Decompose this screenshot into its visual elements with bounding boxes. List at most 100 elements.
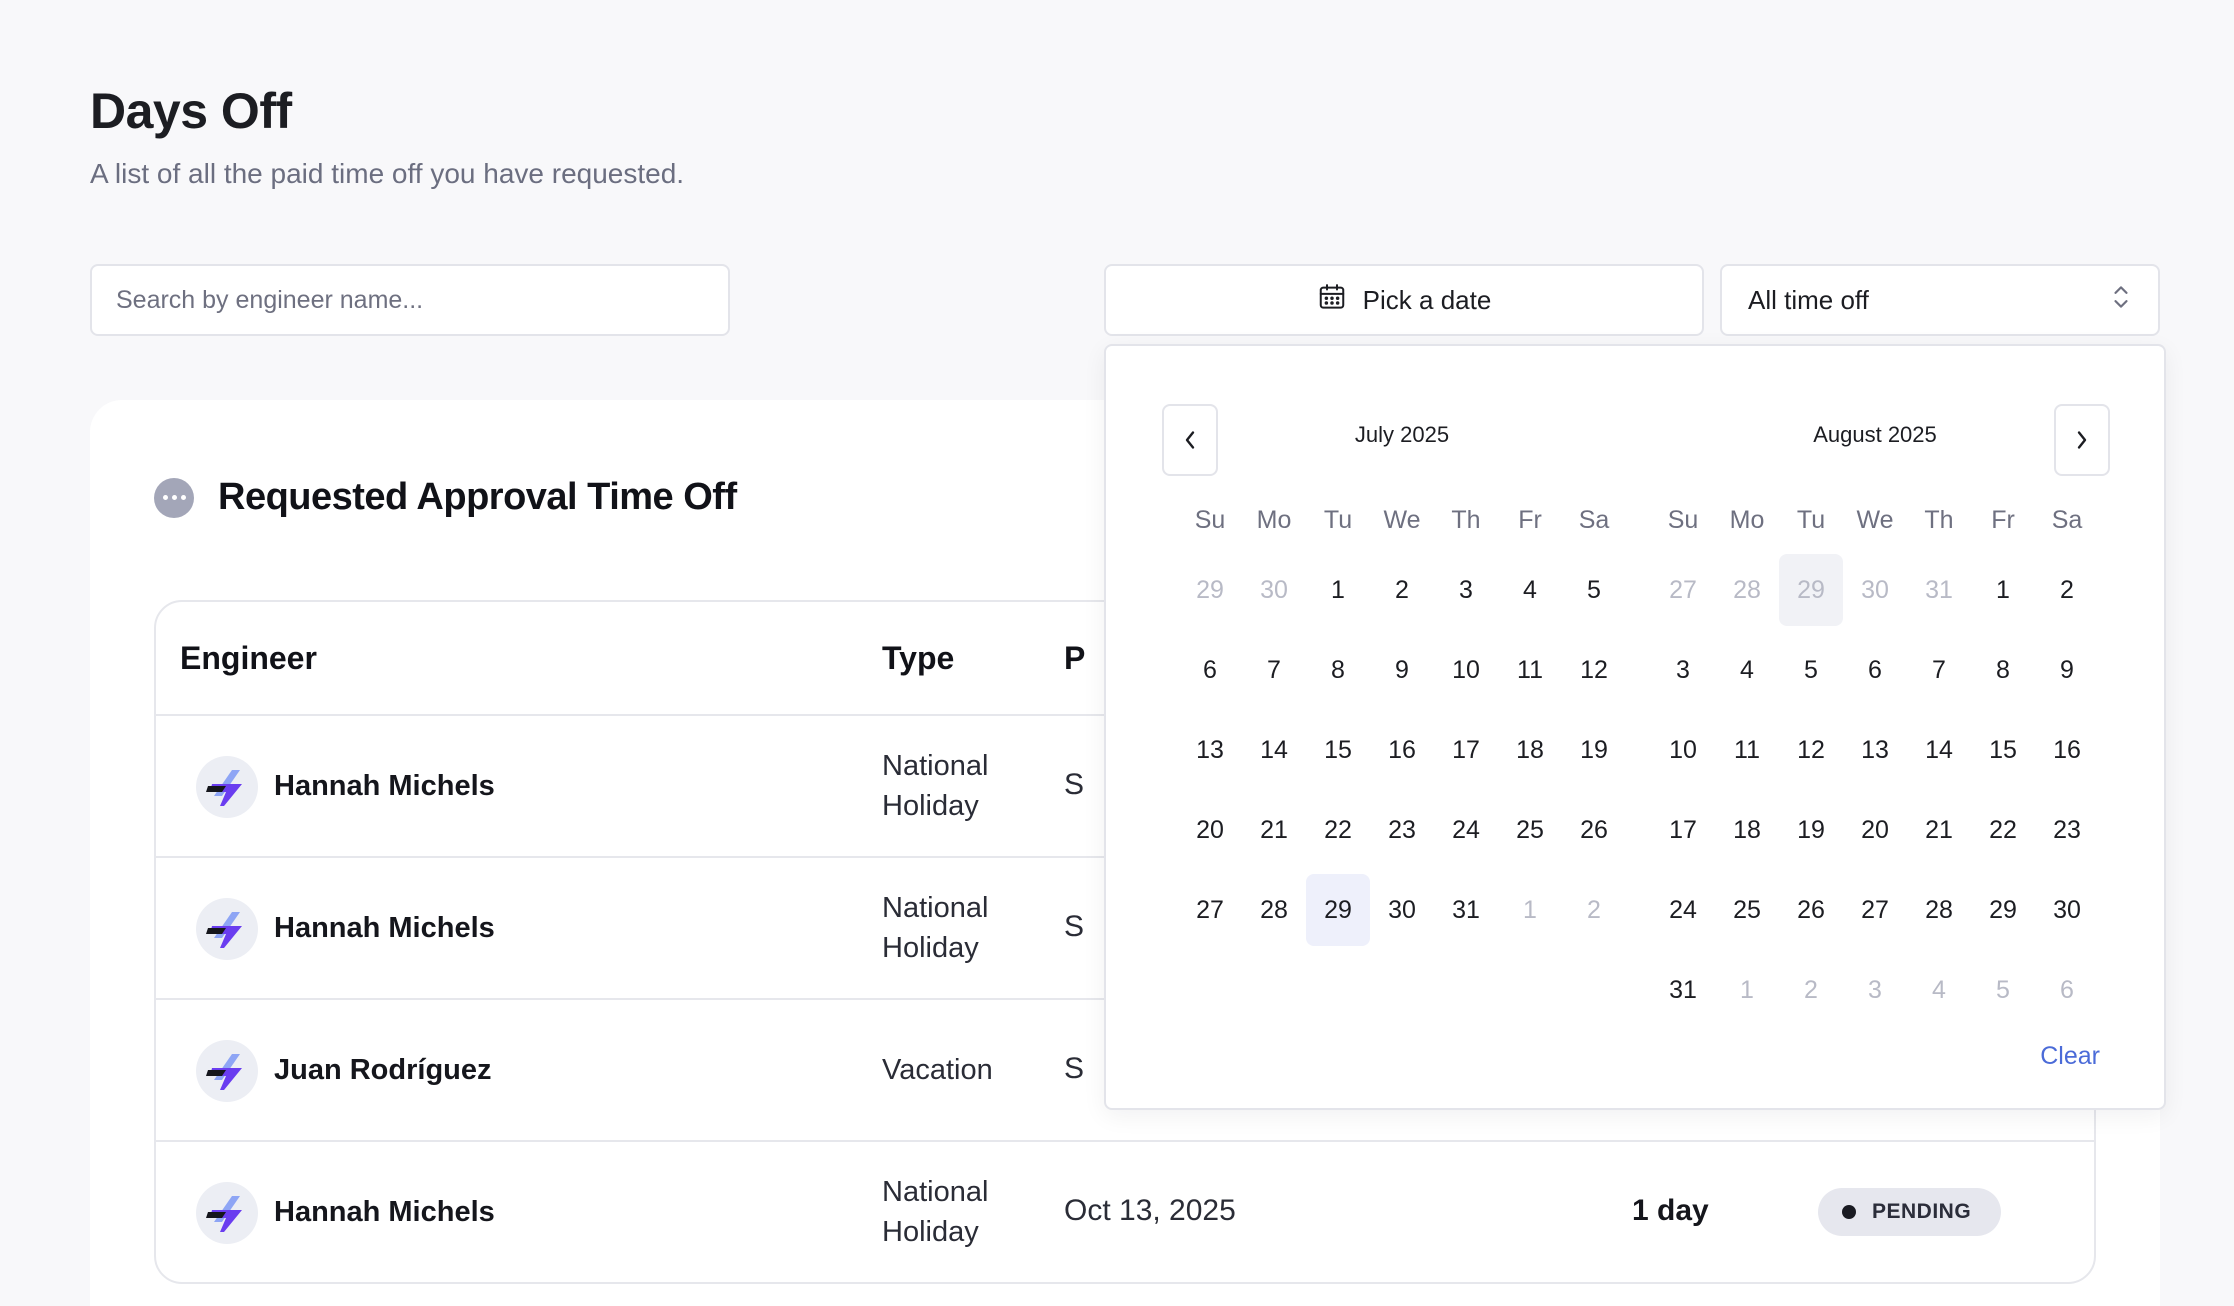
day-grid: Su Mo Tu We Th Fr Sa 27 28 29 30 31 1 2 3 4 5 6 7 8 9 10 11 12 1… [1651,494,2099,1026]
time-off-type-value: All time off [1748,284,1869,315]
calendar-day[interactable]: 5 [1562,554,1626,626]
calendar-day[interactable]: 29 [1971,874,2035,946]
engineer-name: Juan Rodríguez [274,1054,492,1086]
calendar-day[interactable]: 5 [1971,954,2035,1026]
calendar-day[interactable]: 24 [1651,874,1715,946]
calendar-day[interactable]: 19 [1562,714,1626,786]
calendar-day[interactable]: 7 [1907,634,1971,706]
calendar-day[interactable]: 2 [1370,554,1434,626]
calendar-day[interactable]: 1 [1498,874,1562,946]
calendar-day[interactable]: 23 [1370,794,1434,866]
calendar-day[interactable]: 28 [1242,874,1306,946]
calendar-day[interactable]: 10 [1651,714,1715,786]
chevron-up-down-icon [2110,283,2132,318]
period: S [1064,1052,1085,1085]
calendar-day[interactable]: 13 [1843,714,1907,786]
calendar-day[interactable]: 15 [1971,714,2035,786]
calendar-day[interactable]: 3 [1651,634,1715,706]
calendar-day[interactable]: 30 [1242,554,1306,626]
calendar-day[interactable]: 30 [1370,874,1434,946]
calendar-day[interactable]: 4 [1498,554,1562,626]
calendar-day[interactable]: 20 [1843,794,1907,866]
calendar-day[interactable]: 14 [1907,714,1971,786]
calendar-day[interactable]: 21 [1907,794,1971,866]
calendar-day[interactable]: 25 [1715,874,1779,946]
calendar-day[interactable]: 17 [1651,794,1715,866]
avatar [196,1182,258,1244]
calendar-day[interactable]: 23 [2035,794,2099,866]
calendar-day[interactable]: 27 [1651,554,1715,626]
type-line-2: Holiday [882,1216,979,1248]
calendar-day[interactable]: 22 [1306,794,1370,866]
calendar-day[interactable]: 10 [1434,634,1498,706]
calendar-day[interactable]: 26 [1562,794,1626,866]
period: S [1064,768,1085,801]
more-dots-icon[interactable] [154,477,194,518]
calendar-day[interactable]: 31 [1907,554,1971,626]
calendar-day[interactable]: 4 [1907,954,1971,1026]
calendar-day[interactable]: 26 [1779,874,1843,946]
calendar-day[interactable]: 9 [1370,634,1434,706]
calendar-day[interactable]: 16 [1370,714,1434,786]
date-picker-label: Pick a date [1362,284,1492,315]
time-off-type-select[interactable]: All time off [1720,264,2160,336]
calendar-day[interactable]: 17 [1434,714,1498,786]
calendar-day[interactable]: 7 [1242,634,1306,706]
calendar-day[interactable]: 6 [2035,954,2099,1026]
calendar-day[interactable]: 27 [1843,874,1907,946]
calendar-day-selected[interactable]: 29 [1306,874,1370,946]
calendar-day[interactable]: 13 [1178,714,1242,786]
type-line-2: Holiday [882,790,979,822]
calendar-day[interactable]: 30 [1843,554,1907,626]
calendar-day[interactable]: 15 [1306,714,1370,786]
table-row[interactable]: Hannah Michels National Holiday Oct 13, … [156,1142,2094,1282]
calendar-day[interactable]: 24 [1434,794,1498,866]
calendar-day[interactable]: 27 [1178,874,1242,946]
calendar-day[interactable]: 30 [2035,874,2099,946]
calendar-day[interactable]: 12 [1779,714,1843,786]
calendar-day[interactable]: 3 [1434,554,1498,626]
calendar-day[interactable]: 4 [1715,634,1779,706]
calendar-day[interactable]: 1 [1971,554,2035,626]
calendar-day[interactable]: 20 [1178,794,1242,866]
calendar-day[interactable]: 29 [1178,554,1242,626]
time-off-type: National Holiday [882,1172,988,1252]
date-picker-button[interactable]: Pick a date [1104,264,1704,336]
calendar-day[interactable]: 8 [1971,634,2035,706]
calendar-day[interactable]: 1 [1715,954,1779,1026]
calendar-day[interactable]: 2 [2035,554,2099,626]
engineer-logo-icon [206,912,242,948]
calendar-day[interactable]: 12 [1562,634,1626,706]
calendar-day[interactable]: 19 [1779,794,1843,866]
calendar-day[interactable]: 28 [1715,554,1779,626]
calendar-day[interactable]: 6 [1843,634,1907,706]
engineer-name: Hannah Michels [274,770,495,802]
calendar-day[interactable]: 1 [1306,554,1370,626]
calendar-day[interactable]: 21 [1242,794,1306,866]
calendar-day[interactable]: 16 [2035,714,2099,786]
calendar-day[interactable]: 3 [1843,954,1907,1026]
duration: 1 day [1632,1194,1709,1227]
calendar-day[interactable]: 9 [2035,634,2099,706]
calendar-day[interactable]: 31 [1434,874,1498,946]
calendar-day[interactable]: 6 [1178,634,1242,706]
calendar-day[interactable]: 2 [1779,954,1843,1026]
calendar-day[interactable]: 28 [1907,874,1971,946]
weekday-label: Tu [1323,506,1353,534]
page-subtitle: A list of all the paid time off you have… [90,158,685,189]
calendar-day[interactable]: 29 [1779,554,1843,626]
calendar-day[interactable]: 31 [1651,954,1715,1026]
calendar-day[interactable]: 11 [1715,714,1779,786]
calendar-day[interactable]: 8 [1306,634,1370,706]
page-title: Days Off [90,83,292,139]
clear-button[interactable]: Clear [2040,1042,2100,1071]
calendar-day[interactable]: 18 [1715,794,1779,866]
search-input[interactable] [90,264,730,336]
calendar-day[interactable]: 18 [1498,714,1562,786]
calendar-day[interactable]: 22 [1971,794,2035,866]
calendar-day[interactable]: 25 [1498,794,1562,866]
calendar-day[interactable]: 11 [1498,634,1562,706]
calendar-day[interactable]: 2 [1562,874,1626,946]
calendar-day[interactable]: 14 [1242,714,1306,786]
calendar-day[interactable]: 5 [1779,634,1843,706]
